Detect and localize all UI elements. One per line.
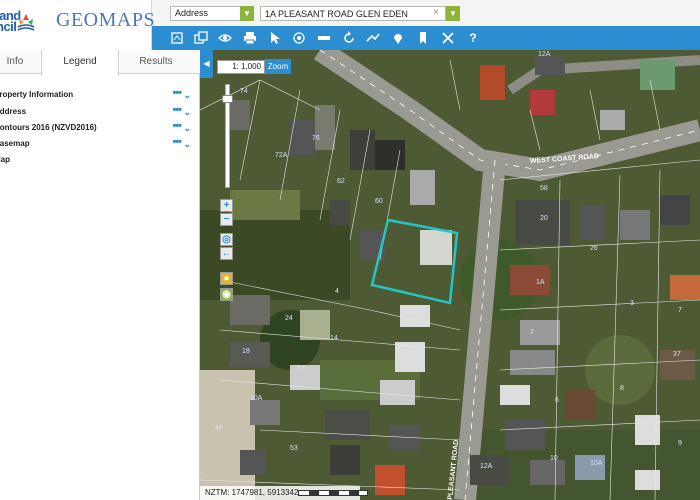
layer-label: Contours 2016 (NZVD2016) [0,123,97,132]
lot-label: 4 [335,288,339,295]
header: land ncil GEOMAPS Address ▼ × ▼ [0,0,700,50]
lot-label: 10A [250,395,263,402]
back-arrow-icon[interactable]: ← [220,247,233,260]
brand-title: GEOMAPS [56,9,156,31]
zoom-button[interactable]: Zoom [265,59,291,74]
more-options-icon[interactable]: ••• [172,135,182,149]
layers-icon[interactable] [168,29,186,47]
more-options-icon[interactable]: ••• [172,86,182,100]
lot-label: 72A [275,152,288,159]
lot-label: 6 [555,397,559,404]
scale-value: 1,000 [240,62,261,71]
address-search-input[interactable] [260,6,446,21]
lot-label: 48 [215,425,223,432]
more-options-icon[interactable]: ••• [172,103,182,117]
lot-label: 7 [678,307,682,314]
lot-label: 1A [536,279,545,286]
tab-legend[interactable]: Legend [41,50,119,75]
layer-label: Property Information [0,90,74,99]
lot-label: 3 [630,300,634,307]
logo-area: land ncil GEOMAPS [0,0,156,50]
lot-label: 10 [550,455,558,462]
tab-results[interactable]: Results [119,50,193,74]
lot-label: 26 [590,245,598,252]
zoom-slider-handle[interactable] [222,95,233,103]
toolbar: ? [152,26,700,50]
target-icon[interactable] [290,29,308,47]
geomaps-app: land ncil GEOMAPS Address ▼ × ▼ [0,0,700,500]
search-type-dropdown-button[interactable]: ▼ [240,6,254,21]
scale-bar [298,490,368,496]
zoom-out-button[interactable]: − [220,213,233,226]
lot-label: 74 [240,88,248,95]
layer-label: Address [0,107,27,116]
eye-icon[interactable] [216,29,234,47]
copy-icon[interactable] [192,29,210,47]
lot-label: 12A [480,463,493,470]
lot-label: 18 [242,348,250,355]
pointer-icon[interactable] [266,29,284,47]
lot-label: 12A [538,51,551,58]
chevron-down-icon[interactable]: ⌄ [183,121,191,135]
print-icon[interactable] [241,29,259,47]
aerial-imagery[interactable]: 12A 74 76 72A 62 60 58 20 26 1A 24 14 18… [200,50,700,500]
help-icon[interactable]: ? [464,29,482,47]
tab-info[interactable]: Info [0,50,42,74]
globe-icon[interactable]: ◎ [220,233,233,246]
lot-label: 24 [285,315,293,322]
chevron-down-icon[interactable]: ⌄ [183,105,191,119]
lot-label: 10A [590,460,603,467]
lot-label: 60 [375,198,383,205]
marker-icon[interactable] [389,29,407,47]
lot-label: 2 [530,329,534,336]
refresh-icon[interactable] [340,29,358,47]
tools-icon[interactable] [439,29,457,47]
zoom-in-button[interactable]: + [220,199,233,212]
person-icon[interactable]: ● [220,272,233,285]
layer-label: Map [0,155,10,164]
layer-row-basemap[interactable]: Basemap ••• ⌄ [0,135,195,151]
measure-icon[interactable] [315,29,333,47]
collapse-panel-button[interactable]: ◀ [200,50,213,78]
location-icon[interactable]: ◉ [220,288,233,301]
lot-label: 14 [330,335,338,342]
lot-label: 37 [673,351,681,358]
layer-row-property-information[interactable]: Property Information ••• ⌄ [0,86,195,102]
lot-label: 62 [337,178,345,185]
search-dropdown-button[interactable]: ▼ [446,6,460,21]
council-logo-icon [17,14,35,31]
clear-icon[interactable]: × [433,7,439,18]
layer-row-map[interactable]: Map [0,153,195,167]
panel-tabs: Info Legend Results [0,50,200,75]
layer-row-contours[interactable]: Contours 2016 (NZVD2016) ••• ⌄ [0,119,195,135]
layer-label: Basemap [0,139,30,148]
chevron-down-icon[interactable]: ⌄ [183,137,191,151]
scale-prefix: 1: [232,62,239,71]
lot-label: 9 [678,440,682,447]
lot-label: 8 [620,385,624,392]
lot-label: 5A [298,365,307,372]
chevron-down-icon[interactable]: ⌄ [183,88,191,102]
bookmark-icon[interactable] [414,29,432,47]
lot-label: 58 [540,185,548,192]
layer-row-address[interactable]: Address ••• ⌄ [0,103,195,119]
aerial-map[interactable]: 12A 74 76 72A 62 60 58 20 26 1A 24 14 18… [200,50,700,500]
left-panel: Info Legend Results Property Information… [0,50,200,500]
scale-input[interactable]: 1: 1,000 [217,60,265,74]
more-options-icon[interactable]: ••• [172,119,182,133]
lot-label: 53 [290,445,298,452]
lot-label: 20 [540,215,548,222]
lot-label: 76 [312,135,320,142]
draw-icon[interactable] [364,29,382,47]
